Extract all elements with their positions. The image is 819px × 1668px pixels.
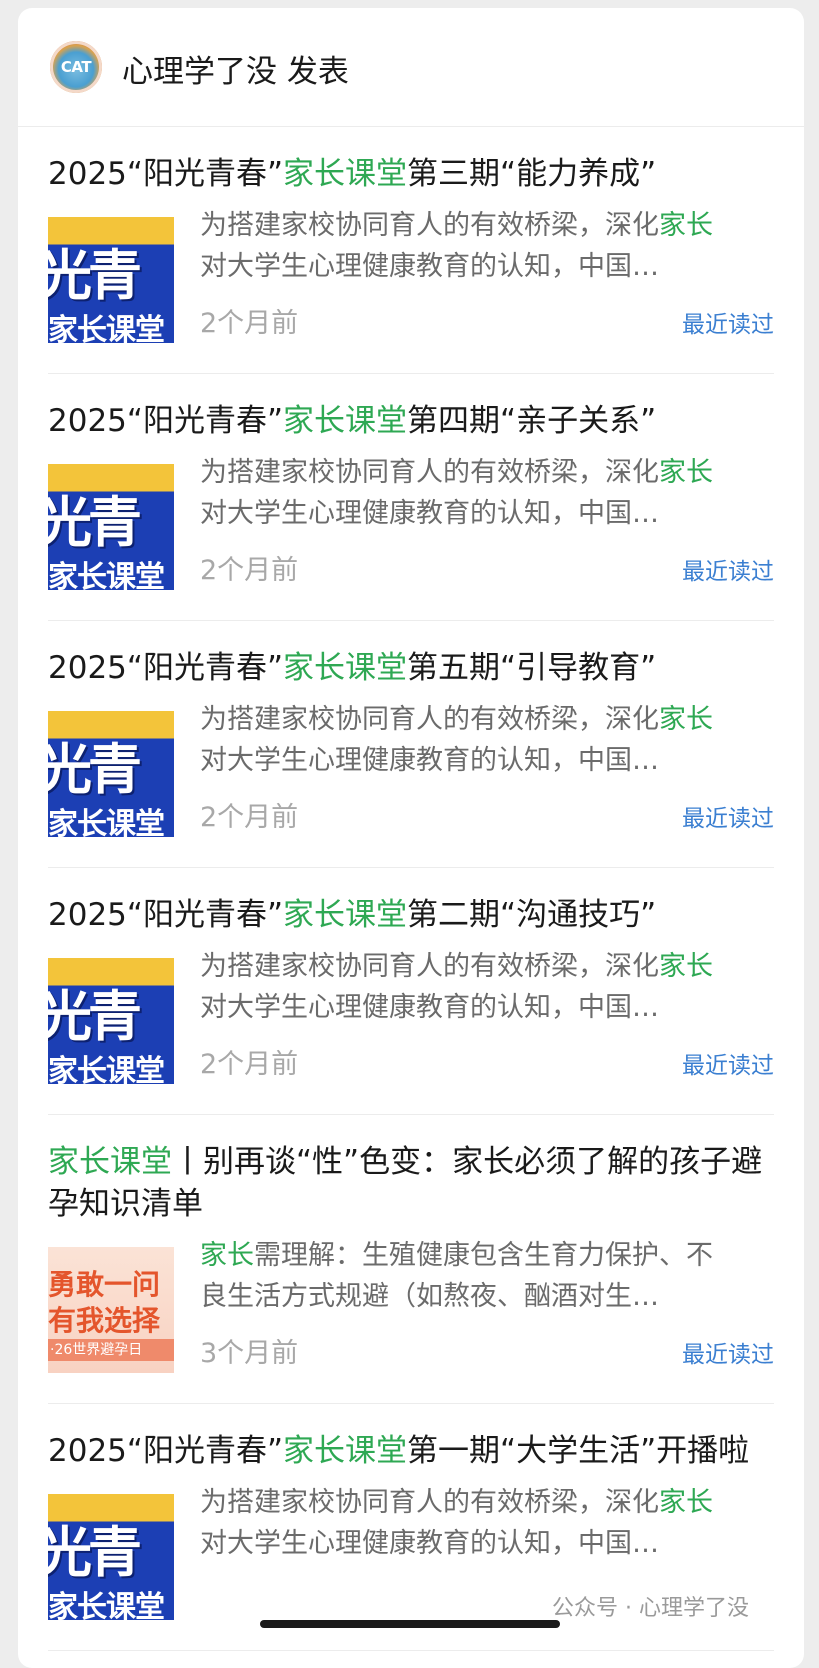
article-summary: 为搭建家校协同育人的有效桥梁，深化家长对大学生心理健康教育的认知，中国… (200, 946, 734, 1028)
article-item[interactable]: 2025“阳光青春”家长课堂第四期“亲子关系” 光青 家长课堂 为搭建家校协同育… (48, 374, 774, 621)
avatar[interactable]: CAT (50, 41, 102, 93)
summary-prefix: 为搭建家校协同育人的有效桥梁，深化 (200, 1487, 659, 1518)
summary-highlight: 家长 (659, 704, 713, 735)
summary-highlight: 家长 (659, 1487, 713, 1518)
watermark: 公众号 · 心理学了没 (552, 1596, 749, 1621)
title-highlight: 家长课堂 (283, 156, 408, 192)
title-prefix: 2025“阳光青春” (48, 897, 284, 933)
article-title[interactable]: 2025“阳光青春”家长课堂第三期“能力养成” (48, 127, 774, 195)
title-suffix: 第四期“亲子关系” (407, 403, 657, 439)
summary-prefix: 为搭建家校协同育人的有效桥梁，深化 (200, 457, 659, 488)
home-indicator[interactable] (260, 1620, 560, 1628)
thumbnail-text-bottom: 家长课堂 (48, 1054, 165, 1084)
recently-read-badge: 最近读过 (682, 312, 774, 338)
article-list-card: CAT 心理学了没 发表 2025“阳光青春”家长课堂第三期“能力养成” 光青 … (18, 8, 804, 1668)
title-suffix: 第二期“沟通技巧” (407, 897, 657, 933)
thumbnail-text-bottom: ·26世界避孕日 (48, 1339, 174, 1361)
thumbnail-text-top: 光青 (48, 985, 142, 1048)
title-suffix: 第三期“能力养成” (407, 156, 657, 192)
summary-prefix: 为搭建家校协同育人的有效桥梁，深化 (200, 210, 659, 241)
article-thumbnail[interactable]: 光青 家长课堂 (48, 711, 174, 837)
article-thumbnail[interactable]: 光青 家长课堂 (48, 1494, 174, 1620)
article-time: 2个月前 (200, 802, 299, 833)
summary-suffix: 对大学生心理健康教育的认知，中国… (200, 745, 659, 776)
thumbnail-text-bottom: 家长课堂 (48, 807, 165, 837)
title-highlight: 家长课堂 (283, 1433, 408, 1469)
title-highlight: 家长课堂 (283, 403, 408, 439)
title-suffix: 第五期“引导教育” (407, 650, 657, 686)
article-time: 2个月前 (200, 555, 299, 586)
article-list: 2025“阳光青春”家长课堂第三期“能力养成” 光青 家长课堂 为搭建家校协同育… (18, 127, 804, 1651)
article-time: 3个月前 (200, 1338, 299, 1369)
summary-suffix: 对大学生心理健康教育的认知，中国… (200, 498, 659, 529)
thumbnail-text-top: 光青 (48, 244, 142, 307)
summary-prefix: 为搭建家校协同育人的有效桥梁，深化 (200, 951, 659, 982)
thumbnail-text-top: 光青 (48, 491, 142, 554)
summary-highlight: 家长 (200, 1240, 254, 1271)
article-title[interactable]: 2025“阳光青春”家长课堂第一期“大学生活”开播啦 (48, 1404, 774, 1472)
summary-prefix: 为搭建家校协同育人的有效桥梁，深化 (200, 704, 659, 735)
summary-suffix: 对大学生心理健康教育的认知，中国… (200, 992, 659, 1023)
title-highlight: 家长课堂 (283, 650, 408, 686)
title-highlight: 家长课堂 (48, 1144, 172, 1180)
article-thumbnail[interactable]: 勇敢一问 有我选择 ·26世界避孕日 (48, 1247, 174, 1373)
thumbnail-text-bottom: 家长课堂 (48, 1590, 165, 1620)
article-time: 2个月前 (200, 308, 299, 339)
thumbnail-text-bottom: 家长课堂 (48, 313, 165, 343)
summary-highlight: 家长 (659, 951, 713, 982)
summary-highlight: 家长 (659, 210, 713, 241)
title-prefix: 2025“阳光青春” (48, 1433, 284, 1469)
account-name[interactable]: 心理学了没 发表 (122, 46, 349, 91)
avatar-label: CAT (60, 58, 92, 76)
article-summary: 为搭建家校协同育人的有效桥梁，深化家长对大学生心理健康教育的认知，中国… (200, 699, 734, 781)
recently-read-badge: 最近读过 (682, 559, 774, 585)
article-title[interactable]: 家长课堂丨别再谈“性”色变：家长必须了解的孩子避孕知识清单 (48, 1115, 774, 1225)
recently-read-badge: 最近读过 (682, 806, 774, 832)
summary-suffix: 需理解：生殖健康包含生育力保护、不良生活方式规避（如熬夜、酗酒对生… (200, 1240, 713, 1312)
article-time: 2个月前 (200, 1049, 299, 1080)
article-summary: 家长需理解：生殖健康包含生育力保护、不良生活方式规避（如熬夜、酗酒对生… (200, 1235, 734, 1317)
article-item[interactable]: 2025“阳光青春”家长课堂第二期“沟通技巧” 光青 家长课堂 为搭建家校协同育… (48, 868, 774, 1115)
title-prefix: 2025“阳光青春” (48, 650, 284, 686)
summary-suffix: 对大学生心理健康教育的认知，中国… (200, 251, 659, 282)
article-item[interactable]: 2025“阳光青春”家长课堂第五期“引导教育” 光青 家长课堂 为搭建家校协同育… (48, 621, 774, 868)
article-item[interactable]: 家长课堂丨别再谈“性”色变：家长必须了解的孩子避孕知识清单 勇敢一问 有我选择 … (48, 1115, 774, 1404)
title-suffix: 第一期“大学生活”开播啦 (407, 1433, 750, 1469)
title-highlight: 家长课堂 (283, 897, 408, 933)
article-thumbnail[interactable]: 光青 家长课堂 (48, 464, 174, 590)
article-summary: 为搭建家校协同育人的有效桥梁，深化家长对大学生心理健康教育的认知，中国… (200, 1482, 734, 1564)
article-thumbnail[interactable]: 光青 家长课堂 (48, 958, 174, 1084)
summary-highlight: 家长 (659, 457, 713, 488)
article-summary: 为搭建家校协同育人的有效桥梁，深化家长对大学生心理健康教育的认知，中国… (200, 452, 734, 534)
article-thumbnail[interactable]: 光青 家长课堂 (48, 217, 174, 343)
account-header[interactable]: CAT 心理学了没 发表 (18, 8, 804, 127)
thumbnail-text-top: 光青 (48, 1521, 142, 1584)
title-prefix: 2025“阳光青春” (48, 156, 284, 192)
article-summary: 为搭建家校协同育人的有效桥梁，深化家长对大学生心理健康教育的认知，中国… (200, 205, 734, 287)
article-title[interactable]: 2025“阳光青春”家长课堂第二期“沟通技巧” (48, 868, 774, 936)
summary-suffix: 对大学生心理健康教育的认知，中国… (200, 1528, 659, 1559)
thumbnail-text-bottom: 家长课堂 (48, 560, 165, 590)
article-title[interactable]: 2025“阳光青春”家长课堂第五期“引导教育” (48, 621, 774, 689)
article-title[interactable]: 2025“阳光青春”家长课堂第四期“亲子关系” (48, 374, 774, 442)
recently-read-badge: 最近读过 (682, 1053, 774, 1079)
thumbnail-text-top: 勇敢一问 (48, 1268, 161, 1301)
thumbnail-text-middle: 有我选择 (48, 1304, 161, 1337)
recently-read-badge: 最近读过 (682, 1342, 774, 1368)
title-prefix: 2025“阳光青春” (48, 403, 284, 439)
thumbnail-text-top: 光青 (48, 738, 142, 801)
article-item[interactable]: 2025“阳光青春”家长课堂第三期“能力养成” 光青 家长课堂 为搭建家校协同育… (48, 127, 774, 374)
